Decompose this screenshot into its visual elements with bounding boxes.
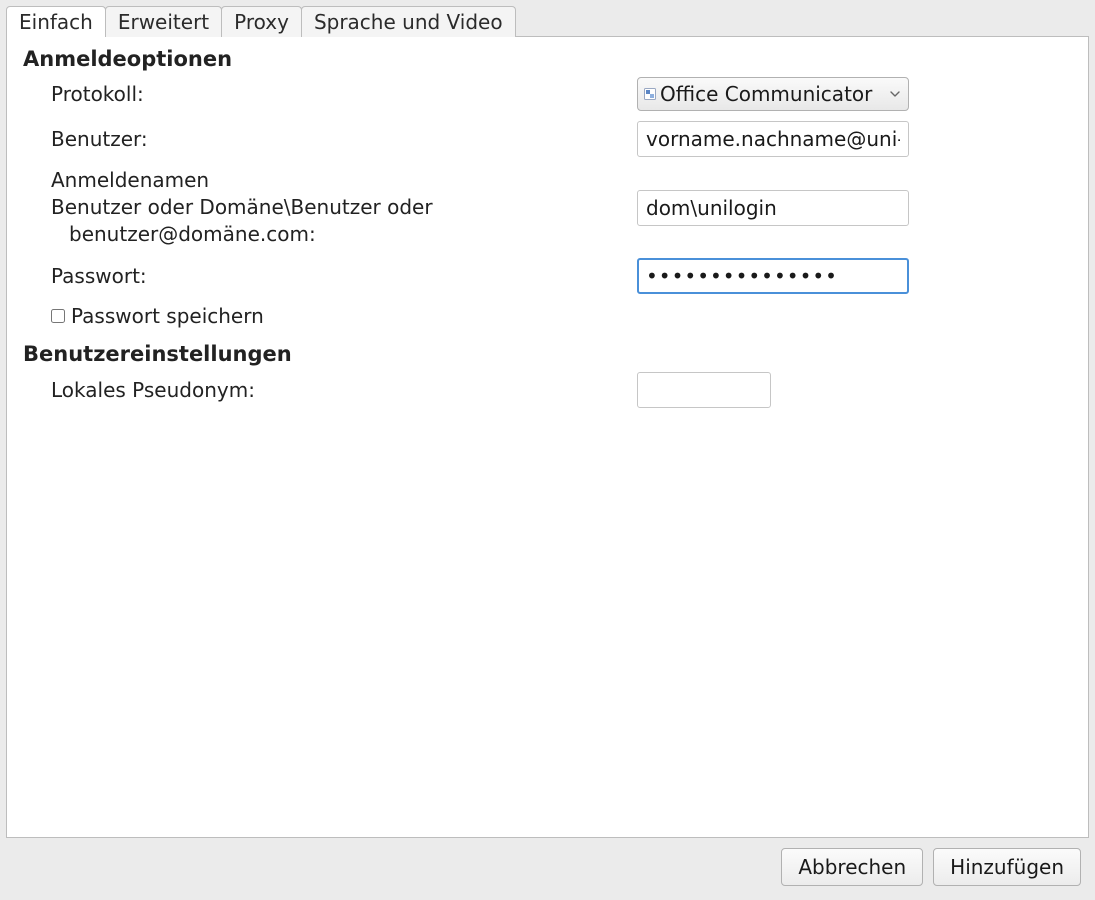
tab-language-video-label: Sprache und Video bbox=[314, 10, 503, 34]
account-settings-dialog: Einfach Erweitert Proxy Sprache und Vide… bbox=[0, 0, 1095, 900]
label-protocol: Protokoll: bbox=[51, 81, 637, 108]
add-button-label: Hinzufügen bbox=[950, 855, 1064, 879]
label-login-name-line2: Benutzer oder Domäne\Benutzer oder bbox=[51, 195, 433, 219]
tab-proxy-label: Proxy bbox=[234, 10, 289, 34]
input-col-user bbox=[637, 121, 1074, 157]
password-field[interactable] bbox=[637, 258, 909, 294]
tab-content-simple: Anmeldeoptionen Protokoll: Office Comm bbox=[6, 36, 1089, 838]
login-name-field[interactable] bbox=[637, 190, 909, 226]
chevron-down-icon bbox=[890, 91, 900, 97]
section-login-options: Anmeldeoptionen bbox=[23, 47, 1074, 71]
save-password-checkbox[interactable] bbox=[51, 309, 65, 323]
protocol-selected-text: Office Communicator bbox=[660, 82, 884, 106]
cancel-button-label: Abbrechen bbox=[798, 855, 906, 879]
tab-advanced-label: Erweitert bbox=[118, 10, 209, 34]
label-login-name-line3: benutzer@domäne.com: bbox=[51, 221, 637, 248]
dialog-button-bar: Abbrechen Hinzufügen bbox=[0, 838, 1095, 900]
row-password: Passwort: bbox=[21, 258, 1074, 294]
label-password: Passwort: bbox=[51, 263, 637, 290]
user-field[interactable] bbox=[637, 121, 909, 157]
section-user-settings: Benutzereinstellungen bbox=[23, 342, 1074, 366]
input-col-protocol: Office Communicator bbox=[637, 77, 1074, 111]
tab-advanced[interactable]: Erweitert bbox=[105, 6, 222, 37]
protocol-dropdown[interactable]: Office Communicator bbox=[637, 77, 909, 111]
tab-bar: Einfach Erweitert Proxy Sprache und Vide… bbox=[6, 6, 1089, 37]
tabs-area: Einfach Erweitert Proxy Sprache und Vide… bbox=[0, 0, 1095, 838]
label-local-alias: Lokales Pseudonym: bbox=[51, 377, 637, 404]
tab-proxy[interactable]: Proxy bbox=[221, 6, 302, 37]
row-user: Benutzer: bbox=[21, 121, 1074, 157]
tab-simple[interactable]: Einfach bbox=[6, 6, 106, 37]
input-col-login-name bbox=[637, 190, 1074, 226]
row-protocol: Protokoll: Office Communicator bbox=[21, 77, 1074, 111]
tab-simple-label: Einfach bbox=[19, 10, 93, 34]
label-login-name-line1: Anmeldenamen bbox=[51, 168, 209, 192]
row-login-name: Anmeldenamen Benutzer oder Domäne\Benutz… bbox=[21, 167, 1074, 248]
label-login-name: Anmeldenamen Benutzer oder Domäne\Benutz… bbox=[51, 167, 637, 248]
cancel-button[interactable]: Abbrechen bbox=[781, 848, 923, 886]
add-button[interactable]: Hinzufügen bbox=[933, 848, 1081, 886]
label-user: Benutzer: bbox=[51, 126, 637, 153]
tab-language-video[interactable]: Sprache und Video bbox=[301, 6, 516, 37]
input-col-password bbox=[637, 258, 1074, 294]
protocol-icon bbox=[644, 88, 656, 100]
row-save-password: Passwort speichern bbox=[21, 304, 1074, 328]
row-local-alias: Lokales Pseudonym: bbox=[21, 372, 1074, 408]
local-alias-field[interactable] bbox=[637, 372, 771, 408]
label-save-password: Passwort speichern bbox=[71, 304, 264, 328]
input-col-local-alias bbox=[637, 372, 1074, 408]
